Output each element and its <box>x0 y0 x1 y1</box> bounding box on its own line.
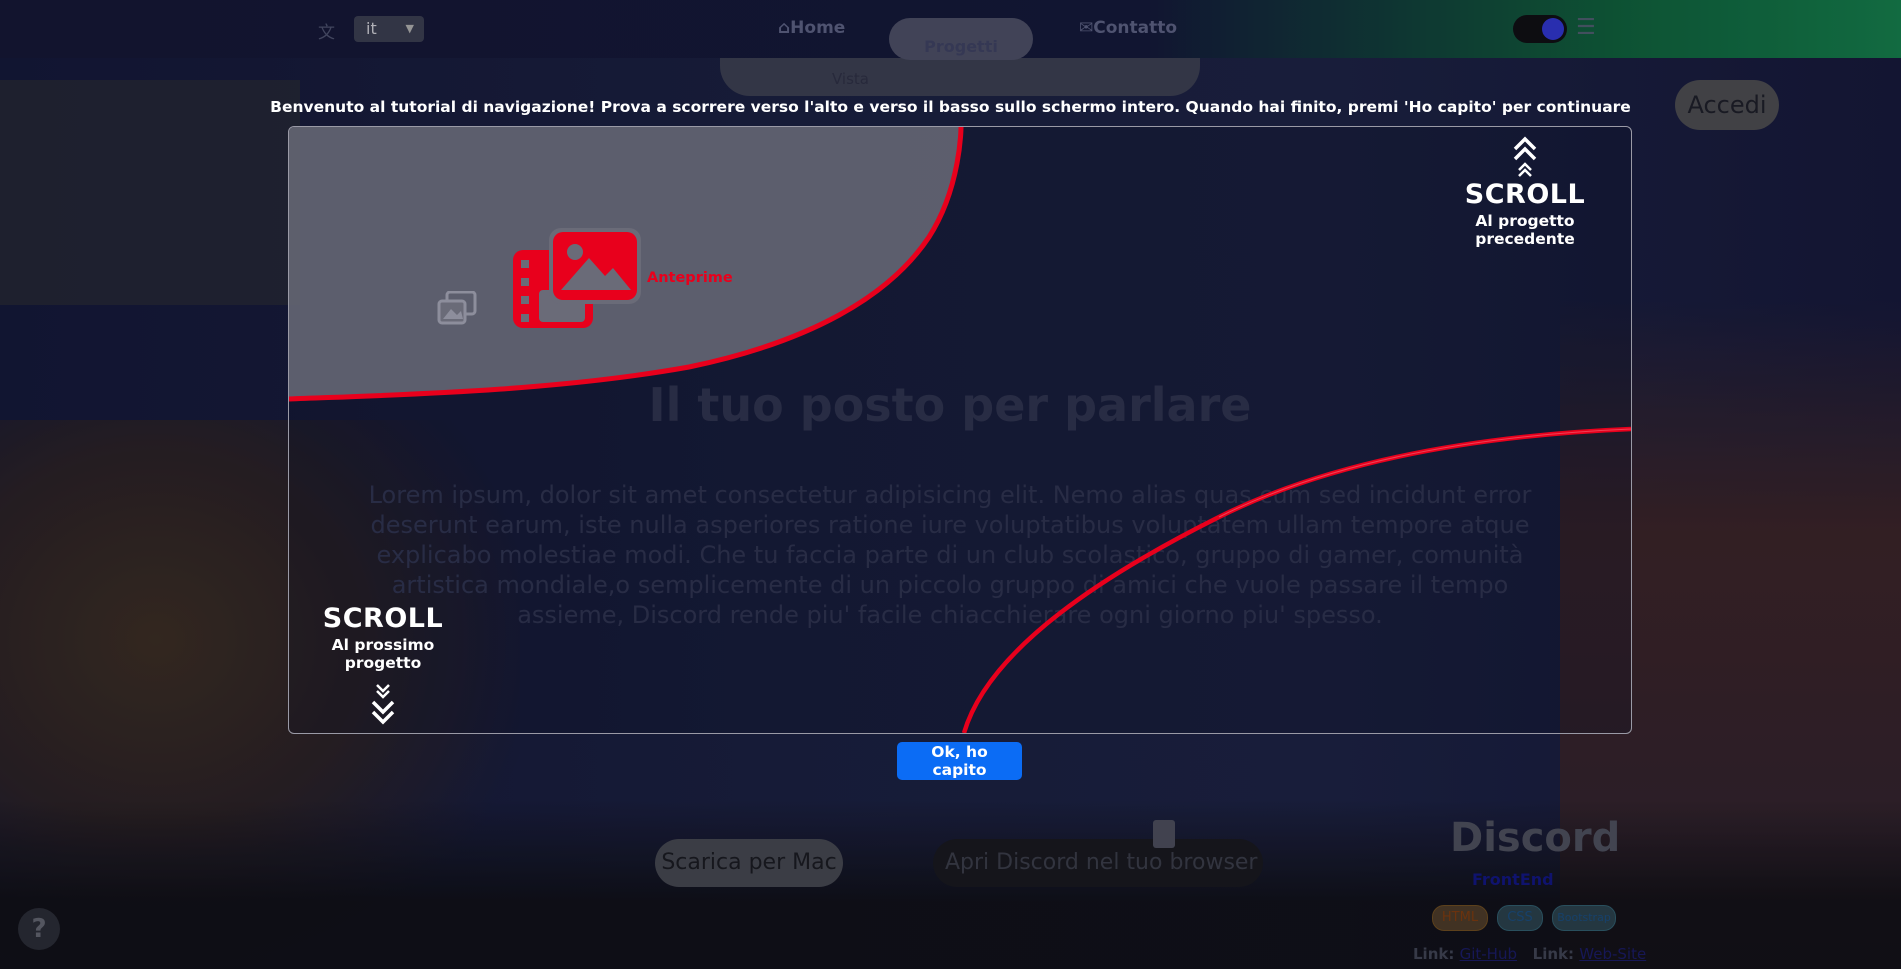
previews-icon <box>513 228 641 328</box>
scroll-up-hint: SCROLL Al progetto precedente <box>1425 135 1625 248</box>
tutorial-frame: Anteprime SCROLL Al progetto precedente … <box>288 126 1632 734</box>
double-chevron-up-icon <box>1513 136 1537 177</box>
scroll-down-hint: SCROLL Al prossimo progetto <box>295 603 471 726</box>
scroll-down-subtitle: Al prossimo progetto <box>331 636 435 672</box>
scroll-zone-highlight <box>1218 428 1631 518</box>
scroll-down-title: SCROLL <box>322 603 444 634</box>
scroll-zone-border <box>961 426 1631 733</box>
gallery-faded-icon <box>437 291 477 325</box>
previews-label: Anteprime <box>647 270 733 286</box>
ok-got-it-button[interactable]: Ok, ho capito <box>897 742 1022 780</box>
scroll-up-subtitle: Al progetto precedente <box>1475 212 1575 248</box>
scroll-up-title: SCROLL <box>1464 179 1586 210</box>
double-chevron-down-icon <box>371 684 395 725</box>
tutorial-message: Benvenuto al tutorial di navigazione! Pr… <box>270 98 1631 116</box>
